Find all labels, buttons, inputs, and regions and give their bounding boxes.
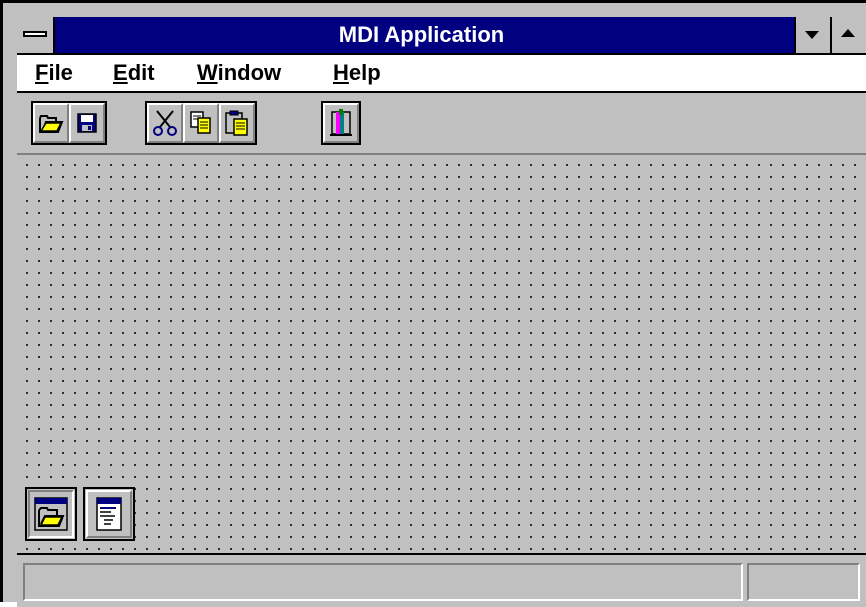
menu-file[interactable]: File [35,59,73,87]
document-window-icon [96,497,122,531]
copy-icon [190,111,211,134]
exit-button[interactable] [323,103,359,143]
menu-edit[interactable]: Edit [113,59,155,87]
cut-scissors-icon [153,110,177,136]
open-button[interactable] [33,103,69,143]
title-bar[interactable]: MDI Application [17,17,866,55]
open-folder-window-icon [34,497,68,531]
minimize-button[interactable] [794,17,830,53]
save-disk-icon [77,113,97,133]
system-menu-icon [23,31,47,37]
copy-button[interactable] [183,103,219,143]
minimize-arrow-icon [805,31,819,39]
minimized-window-1[interactable] [25,487,77,541]
exit-door-icon [330,109,352,136]
open-folder-icon [39,115,64,133]
app-button-group [321,101,361,145]
paste-button[interactable] [219,103,255,143]
menu-bar: File Edit Window Help [17,55,866,93]
save-button[interactable] [69,103,105,143]
maximize-arrow-icon [841,29,855,37]
file-button-group [31,101,107,145]
status-bar [17,553,866,607]
mdi-application-window: MDI Application File Edit Window Help [0,0,866,607]
paste-icon [225,110,248,136]
minimized-window-2[interactable] [83,487,135,541]
mdi-client-area[interactable] [17,155,866,551]
minimized-windows [25,487,135,541]
cut-button[interactable] [147,103,183,143]
window-title: MDI Application [338,22,505,47]
menu-window[interactable]: Window [197,59,281,87]
edit-button-group [145,101,257,145]
system-menu-button[interactable] [17,17,55,53]
menu-help[interactable]: Help [333,59,381,87]
status-pane-secondary [747,563,860,601]
maximize-button[interactable] [830,17,866,53]
toolbar [17,93,866,155]
status-pane-main [23,563,743,601]
